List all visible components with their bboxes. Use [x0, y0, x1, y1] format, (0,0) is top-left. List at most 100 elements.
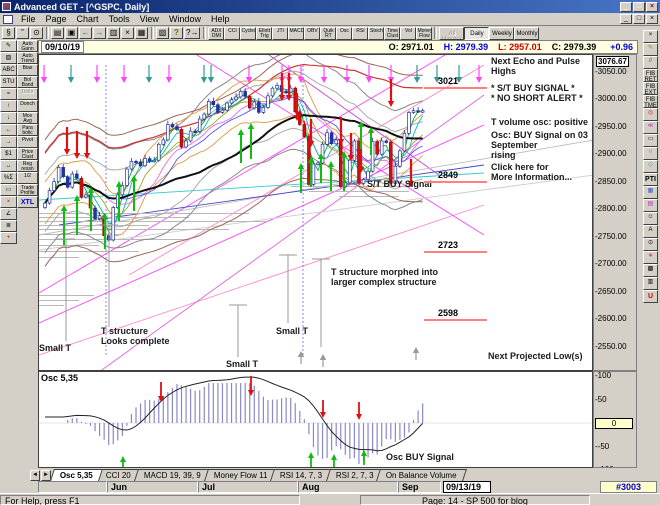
new-page-button[interactable]: ▤ [51, 27, 64, 39]
menu-file[interactable]: File [16, 13, 41, 25]
gann-lines-tool[interactable]: ∠ [0, 208, 17, 220]
study-quik-rt[interactable]: Quik RT [320, 26, 337, 40]
rectangle-tool[interactable]: ▭ [643, 134, 658, 147]
shortcut-para-bolic[interactable]: Para bolic [17, 124, 38, 136]
tab-osc-5-35[interactable]: Osc 5,35 [50, 469, 103, 481]
zoom-tool[interactable]: ⊙ [643, 238, 658, 251]
arrow-left-tool[interactable]: ← [0, 124, 17, 136]
menu-help[interactable]: Help [206, 13, 235, 25]
study-jti[interactable]: JTI [272, 26, 289, 40]
print-button[interactable]: ▧ [156, 27, 169, 39]
period-weekly[interactable]: Weekly [489, 26, 515, 40]
menu-view[interactable]: View [135, 13, 164, 25]
period-monthly[interactable]: Monthly [514, 26, 540, 40]
eraser-tool[interactable]: ▨ [0, 52, 17, 64]
shortcut-mov-avg[interactable]: Mov Avg [17, 112, 38, 124]
shortcut-delta[interactable]: Delta [17, 88, 38, 100]
shortcut-price-clust[interactable]: Price Clust [17, 148, 38, 160]
quote-tool[interactable]: ” [16, 27, 29, 39]
restore-button[interactable]: □ [633, 1, 645, 12]
child-minimize-button[interactable]: _ [620, 14, 632, 24]
tab-rsi-14-7-3[interactable]: RSI 14, 7, 3 [270, 469, 333, 481]
study-cci[interactable]: CCI [224, 26, 241, 40]
shortcut-bol-band[interactable]: Bol Band [17, 76, 38, 88]
forward-button[interactable]: → [93, 27, 106, 39]
diamond-tool[interactable]: ◇ [643, 160, 658, 173]
pti-button[interactable]: PTI [643, 173, 658, 186]
help-button[interactable]: ? [170, 27, 183, 39]
shortcut-bias[interactable]: Bias [17, 64, 38, 76]
arrow-up-tool[interactable]: ↑ [0, 100, 17, 112]
period-all-minutes[interactable]: All Minutes [439, 26, 465, 40]
box-tool[interactable]: ▭ [0, 184, 17, 196]
fib-retracement-tool[interactable]: FIB RET [643, 69, 658, 82]
back-button[interactable]: ← [79, 27, 92, 39]
menu-tools[interactable]: Tools [104, 13, 135, 25]
shortcut-reg-ressn[interactable]: Reg ressn [17, 160, 38, 172]
text-tool[interactable]: A [643, 225, 658, 238]
study-tool[interactable]: STU [0, 76, 17, 88]
trendline-tool[interactable]: // [643, 56, 658, 69]
shortcut-donch[interactable]: Donch [17, 100, 38, 112]
arrow-fan-tool[interactable]: ≪ [643, 121, 658, 134]
plus-tool[interactable]: + [0, 232, 17, 244]
dollar-tool[interactable]: $1 [0, 148, 17, 160]
shortcut-auto-trend[interactable]: Auto Trend [17, 52, 38, 64]
palette-tool[interactable]: ∗ [643, 251, 658, 264]
shortcut-xtl[interactable]: XTL [17, 196, 38, 208]
copy-page-button[interactable]: ▥ [107, 27, 120, 39]
tab-macd-19-39-9[interactable]: MACD 19, 39, 9 [133, 469, 211, 481]
gann-circle-tool[interactable]: ◎ [643, 108, 658, 121]
analyst-tool[interactable]: ☺ [643, 212, 658, 225]
compare-tool[interactable]: ↔ [0, 160, 17, 172]
minimize-button[interactable]: _ [620, 1, 632, 12]
delete-button[interactable]: × [121, 27, 134, 39]
study-stoch[interactable]: Stoch [368, 26, 385, 40]
tab-on-balance-volume[interactable]: On Balance Volume [376, 469, 468, 481]
elliott-tool[interactable]: ≈ [0, 88, 17, 100]
close-button[interactable]: × [646, 1, 658, 12]
tab-money-flow-11[interactable]: Money Flow 11 [203, 469, 278, 481]
study-money-flow[interactable]: Money Flow [416, 26, 433, 40]
percent-tool[interactable]: %Σ [0, 172, 17, 184]
search-tool[interactable]: ⊙ [30, 27, 43, 39]
study-osc[interactable]: Osc [336, 26, 353, 40]
shortcut-auto-gann[interactable]: Auto Gann [17, 40, 38, 52]
study-cycles[interactable]: Cycles [240, 26, 257, 40]
study-macd[interactable]: MACD [288, 26, 305, 40]
levels-tool[interactable]: ≣ [0, 220, 17, 232]
copy-chart-tool[interactable]: ▥ [643, 277, 658, 290]
pencil-tool[interactable]: ✎ [0, 40, 17, 52]
shortcut-pivot[interactable]: Pivot [17, 136, 38, 148]
menu-page[interactable]: Page [41, 13, 72, 25]
study-time-clust[interactable]: Time Clust [384, 26, 401, 40]
open-button[interactable]: ▣ [65, 27, 78, 39]
pencil-tool[interactable]: ✎ [643, 43, 658, 56]
price-chart-panel[interactable]: Next Echo and Pulse Highs * S/T BUY SIGNA… [38, 54, 593, 371]
study-rsi[interactable]: RSI [352, 26, 369, 40]
fib-time-tool[interactable]: FIB TME [643, 95, 658, 108]
pin-tool[interactable]: § [2, 27, 15, 39]
ellipse-mob-tool[interactable]: ○ [643, 147, 658, 160]
study-ellott-trig[interactable]: Ellott Trig [256, 26, 273, 40]
child-restore-button[interactable]: □ [633, 14, 645, 24]
shortcut-1-2[interactable]: 1/2 [17, 172, 38, 184]
chart-button[interactable]: ▦ [135, 27, 148, 39]
tab-rsi-2-7-3[interactable]: RSI 2, 7, 3 [325, 469, 384, 481]
abc-reject-tool[interactable]: ABC [0, 64, 17, 76]
close-tool[interactable]: × [643, 30, 658, 43]
shortcut-trade-profile[interactable]: Trade Profile [17, 184, 38, 196]
crossline-tool[interactable]: × [0, 196, 17, 208]
study-obv[interactable]: OBV [304, 26, 321, 40]
period-daily[interactable]: Daily [464, 26, 490, 40]
menu-window[interactable]: Window [164, 13, 206, 25]
undo-button[interactable]: U [643, 290, 658, 303]
menu-chart[interactable]: Chart [72, 13, 104, 25]
child-close-button[interactable]: × [646, 14, 658, 24]
tab-scroll-left[interactable]: ◄ [30, 470, 40, 481]
bands-tool[interactable]: ▤ [643, 199, 658, 212]
study-adx-dmi[interactable]: ADX DMI [208, 26, 225, 40]
context-help-button[interactable]: ?→ [184, 27, 201, 39]
fib-extension-tool[interactable]: FIB EXT [643, 82, 658, 95]
oscillator-panel[interactable]: Osc 5,35 Osc BUY Signal [38, 371, 593, 468]
